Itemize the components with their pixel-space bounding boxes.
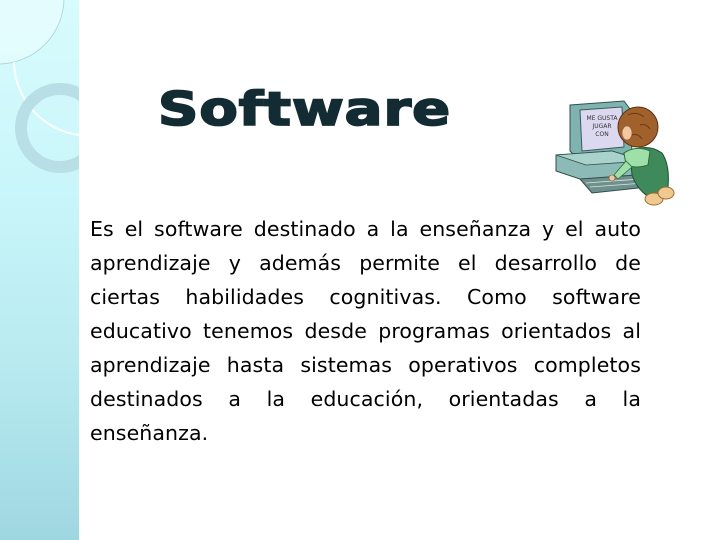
screen-text-line: JUGAR	[591, 123, 611, 130]
faint-circle	[0, 0, 65, 65]
decorative-side-strip	[0, 0, 79, 540]
ring-decoration	[15, 83, 79, 173]
decorative-circles	[0, 0, 79, 173]
child-at-computer-image: ME GUSTA JUGAR CON	[555, 100, 675, 206]
child-foot	[657, 186, 675, 200]
child-computer-clipart: ME GUSTA JUGAR CON	[552, 95, 697, 210]
slide-body-text: Es el software destinado a la enseñanza …	[90, 217, 641, 445]
screen-text-line: CON	[595, 131, 608, 138]
slide-title: Software	[157, 82, 452, 137]
screen-text-line: ME GUSTA	[586, 115, 618, 122]
child-ear	[621, 125, 633, 141]
